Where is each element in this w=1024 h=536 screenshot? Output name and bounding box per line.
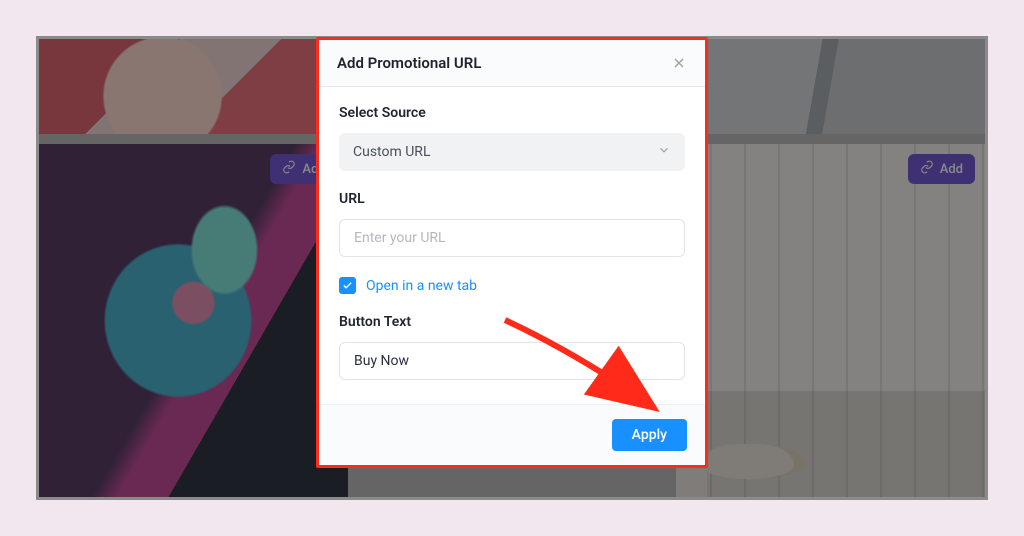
source-label: Select Source (339, 105, 685, 121)
close-icon[interactable] (671, 55, 687, 71)
newtab-checkbox[interactable] (339, 277, 356, 294)
modal-header: Add Promotional URL (319, 40, 705, 87)
url-input[interactable] (339, 219, 685, 257)
newtab-label: Open in a new tab (366, 278, 477, 294)
annotation-arrow (490, 305, 690, 435)
source-select-value: Custom URL (353, 144, 430, 160)
url-label: URL (339, 191, 685, 207)
field-newtab: Open in a new tab (339, 277, 685, 294)
app-stage: Add Add Add Promotional URL Select Sourc… (36, 36, 988, 500)
field-source: Select Source Custom URL (339, 105, 685, 171)
chevron-down-icon (657, 143, 671, 161)
modal-title: Add Promotional URL (337, 54, 481, 72)
field-url: URL (339, 191, 685, 257)
source-select[interactable]: Custom URL (339, 133, 685, 171)
